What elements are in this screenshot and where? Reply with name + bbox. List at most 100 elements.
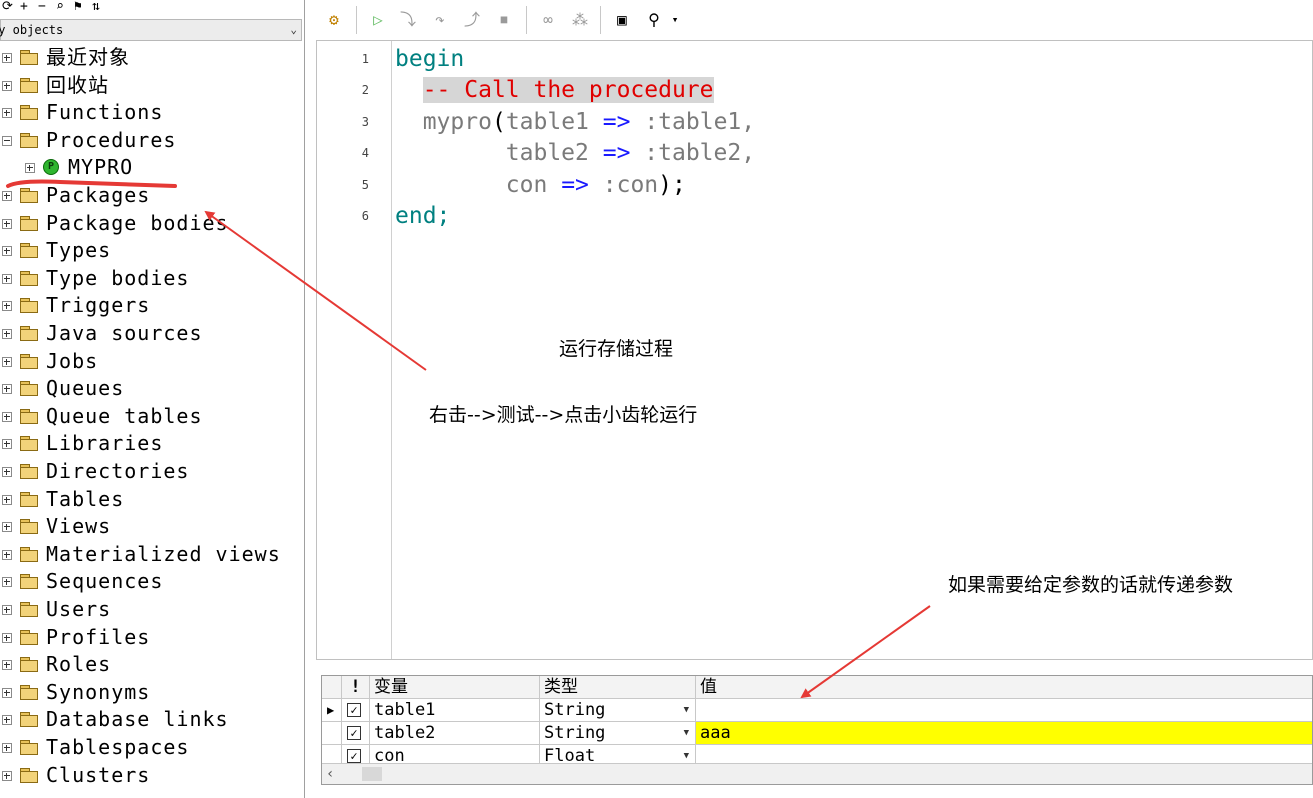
tree-item-label: Roles [46, 652, 112, 677]
expand-icon[interactable] [2, 384, 12, 395]
step-over-icon[interactable]: ↷ [428, 8, 452, 32]
tree-folder-item[interactable]: Triggers [0, 292, 304, 319]
tree-folder-item[interactable]: Materialized views [0, 541, 304, 568]
grid-header-variable[interactable]: 变量 [370, 676, 540, 698]
expand-icon[interactable] [2, 329, 12, 339]
sort-icon[interactable]: ⇅ [92, 0, 100, 14]
tree-folder-item[interactable]: Queues [0, 375, 304, 402]
collapse-icon[interactable] [2, 135, 12, 146]
expand-icon[interactable] [2, 770, 12, 781]
tree-folder-item[interactable]: 最近对象 [0, 44, 304, 71]
tree-folder-item[interactable]: Profiles [0, 624, 304, 651]
tree-folder-item[interactable]: Users [0, 596, 304, 623]
step-out-icon[interactable]: ⤴ [460, 8, 484, 32]
tree-folder-item[interactable]: Libraries [0, 430, 304, 457]
table-row[interactable]: ✓ table2 String ▼ aaa [322, 722, 1312, 745]
expand-icon[interactable] [2, 467, 12, 477]
expand-icon[interactable] [2, 687, 12, 698]
tree-folder-item[interactable]: Packages [0, 182, 304, 209]
stop-icon[interactable]: ⏹ [492, 8, 516, 32]
code-editor[interactable]: 1 2 3 4 5 6 begin -- Call the procedure … [316, 40, 1313, 660]
refresh-icon[interactable]: ⟳ [2, 0, 13, 14]
expand-icon[interactable] [2, 549, 12, 560]
grid-header-value[interactable]: 值 [696, 676, 1312, 698]
horizontal-scrollbar[interactable]: ‹ [322, 763, 1312, 784]
tree-folder-item[interactable]: Synonyms [0, 679, 304, 706]
object-filter-select[interactable]: My objects ⌄ [0, 19, 302, 41]
expand-icon[interactable] [2, 439, 12, 450]
step-into-icon[interactable]: ⤵ [396, 8, 420, 32]
row-checkbox[interactable]: ✓ [347, 703, 361, 717]
tree-folder-item[interactable]: Queue tables [0, 403, 304, 430]
expand-icon[interactable] [2, 411, 12, 422]
chevron-down-icon[interactable]: ▼ [684, 722, 689, 744]
expand-icon[interactable] [2, 356, 12, 367]
expand-icon[interactable] [2, 108, 12, 119]
folder-icon [20, 243, 38, 259]
execute-gear-icon[interactable]: ⚙ [322, 8, 346, 32]
expand-icon[interactable] [2, 743, 12, 753]
expand-icon[interactable] [2, 494, 12, 505]
chevron-down-icon[interactable]: ▼ [684, 699, 689, 721]
tree-folder-item[interactable]: Functions [0, 99, 304, 126]
expand-icon[interactable] [2, 660, 12, 671]
arg-operator: => [561, 172, 589, 198]
add-icon[interactable]: + [20, 0, 28, 14]
expand-icon[interactable] [2, 577, 12, 588]
run-icon[interactable]: ▷ [366, 8, 390, 32]
tree-folder-item[interactable]: Directories [0, 458, 304, 485]
expand-icon[interactable] [2, 80, 12, 91]
output-window-icon[interactable]: ▣ [610, 8, 634, 32]
expand-icon[interactable] [2, 632, 12, 643]
tree-folder-item[interactable]: Java sources [0, 320, 304, 347]
expand-icon[interactable] [25, 163, 35, 174]
variable-cell[interactable]: table2 [370, 722, 540, 744]
tree-folder-item[interactable]: Roles [0, 651, 304, 678]
tree-folder-item[interactable]: Clusters [0, 762, 304, 789]
row-check-cell[interactable]: ✓ [342, 722, 370, 744]
watch-icon[interactable]: ∞ [536, 8, 560, 32]
filter-icon[interactable]: ⚑ [74, 0, 82, 14]
tree-folder-item[interactable]: Tables [0, 486, 304, 513]
remove-icon[interactable]: − [38, 0, 46, 14]
value-cell[interactable] [696, 699, 1312, 721]
tree-folder-item[interactable]: Jobs [0, 348, 304, 375]
tree-folder-item[interactable]: Tablespaces [0, 734, 304, 761]
expand-icon[interactable] [2, 522, 12, 533]
tree-folder-item[interactable]: Database links [0, 706, 304, 733]
tree-folder-item[interactable]: Sequences [0, 568, 304, 595]
tree-folder-item[interactable]: Views [0, 513, 304, 540]
arg-operator: => [602, 109, 631, 135]
expand-icon[interactable] [2, 191, 12, 201]
folder-icon [20, 767, 38, 783]
expand-icon[interactable] [2, 246, 12, 257]
find-icon[interactable]: ⌕ [56, 0, 64, 14]
tree-folder-item[interactable]: Procedures [0, 127, 304, 154]
scrollbar-thumb[interactable] [362, 767, 382, 781]
expand-icon[interactable] [2, 605, 12, 615]
expand-icon[interactable] [2, 301, 12, 312]
grid-header-type[interactable]: 类型 [540, 676, 696, 698]
tree-folder-item[interactable]: Types [0, 237, 304, 264]
row-checkbox[interactable]: ✓ [347, 749, 361, 763]
expand-icon[interactable] [2, 218, 12, 229]
table-row[interactable]: ▶ ✓ table1 String ▼ [322, 699, 1312, 722]
tree-folder-item[interactable]: Package bodies [0, 210, 304, 237]
tree-folder-item[interactable]: Type bodies [0, 265, 304, 292]
row-checkbox[interactable]: ✓ [347, 726, 361, 740]
expand-icon[interactable] [2, 715, 12, 726]
type-cell[interactable]: String ▼ [540, 722, 696, 744]
expand-icon[interactable] [2, 273, 12, 284]
tree-folder-item[interactable]: 回收站 [0, 72, 304, 99]
value-cell[interactable]: aaa [696, 722, 1312, 744]
row-check-cell[interactable]: ✓ [342, 699, 370, 721]
scroll-left-icon[interactable]: ‹ [326, 764, 334, 784]
type-cell[interactable]: String ▼ [540, 699, 696, 721]
tree-item-procedure[interactable]: P MYPRO [0, 154, 304, 181]
expand-icon[interactable] [2, 53, 12, 63]
search-dropdown-icon[interactable]: ▾ [668, 8, 682, 32]
variables-icon[interactable]: ⁂ [568, 8, 592, 32]
variable-cell[interactable]: table1 [370, 699, 540, 721]
search-icon[interactable]: ⚲ [642, 8, 666, 32]
tree-item-label: Queue tables [46, 403, 203, 428]
